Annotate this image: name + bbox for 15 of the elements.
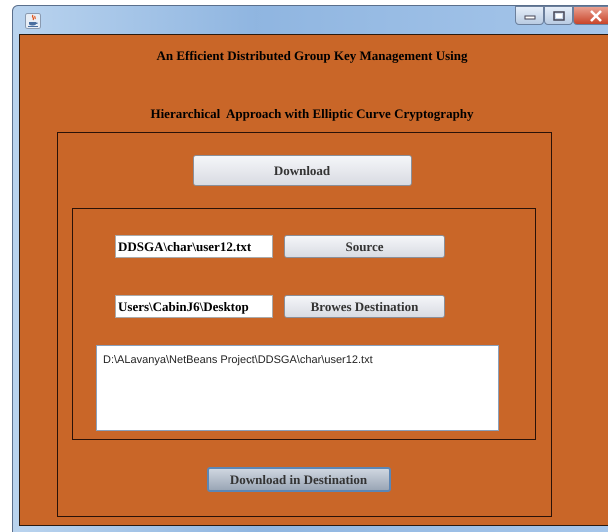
- heading-text: An Efficient Distributed Group Key Management Using: [156, 48, 468, 64]
- close-icon: [589, 10, 603, 22]
- maximize-icon: [552, 10, 564, 20]
- minimize-button[interactable]: [515, 6, 544, 25]
- download-destination-button[interactable]: Download in Destination: [206, 467, 390, 492]
- cup-icon: [25, 13, 41, 29]
- browse-button[interactable]: Browes Destination: [284, 295, 445, 318]
- close-button[interactable]: [573, 6, 608, 25]
- heading-text: Hierarchical Approach with Elliptic Curve Cryptography: [150, 106, 474, 122]
- download-button[interactable]: Download: [192, 155, 412, 186]
- text-area[interactable]: D:\ALavanya\NetBeans Project\DDSGA\char\user12.txt: [96, 345, 499, 431]
- source-button[interactable]: Source: [284, 235, 445, 258]
- path-field[interactable]: DDSGA\char\user12.txt: [115, 235, 273, 258]
- maximize-button[interactable]: [544, 6, 573, 25]
- path-field[interactable]: Users\CabinJ6\Desktop: [115, 295, 273, 318]
